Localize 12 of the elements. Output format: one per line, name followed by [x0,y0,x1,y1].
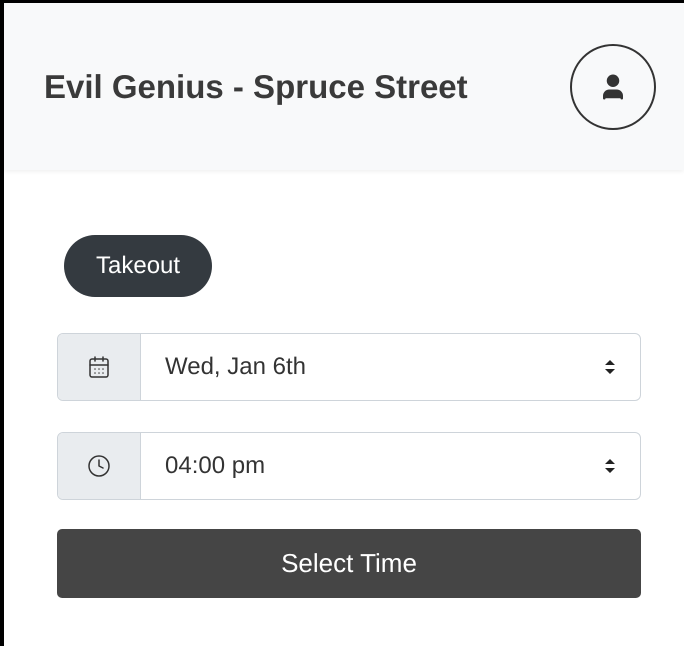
sort-caret-icon [604,458,616,474]
time-select[interactable]: 04:00 pm [57,432,641,500]
select-value: Wed, Jan 6th [165,352,306,382]
sort-caret-icon [604,359,616,375]
calendar-icon [87,355,111,379]
order-type-chip[interactable]: Takeout [64,235,212,297]
date-select[interactable]: Wed, Jan 6th [57,333,641,401]
account-button[interactable] [570,44,656,130]
select-value: 04:00 pm [165,451,266,481]
select-time-button[interactable]: Select Time [57,529,641,598]
clock-icon [87,454,111,478]
page-title: Evil Genius - Spruce Street [44,66,468,107]
